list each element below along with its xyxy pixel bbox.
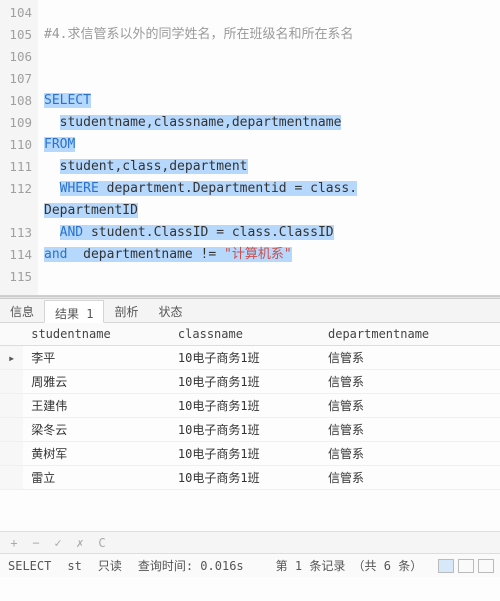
- code-line[interactable]: student,class,department: [44, 156, 500, 178]
- table-row[interactable]: 梁冬云10电子商务1班信管系: [0, 418, 500, 442]
- status-mode: 只读: [98, 557, 122, 574]
- code-line[interactable]: and departmentname != "计算机系": [44, 244, 500, 266]
- refresh-button[interactable]: C: [94, 536, 110, 550]
- status-record-info: 第 1 条记录 （共 6 条）: [276, 557, 423, 574]
- text-view-icon[interactable]: [478, 559, 494, 573]
- table-row[interactable]: 黄树军10电子商务1班信管系: [0, 442, 500, 466]
- cancel-button[interactable]: ✗: [72, 536, 88, 550]
- add-row-button[interactable]: +: [6, 536, 22, 550]
- code-line-wrap[interactable]: DepartmentID: [44, 200, 500, 222]
- table-row[interactable]: 雷立10电子商务1班信管系: [0, 466, 500, 490]
- table-row[interactable]: ▸李平10电子商务1班信管系: [0, 346, 500, 370]
- grid-view-icon[interactable]: [438, 559, 454, 573]
- code-line[interactable]: [44, 266, 500, 288]
- result-tabs: 信息结果 1剖析状态: [0, 299, 500, 323]
- tab-结果1[interactable]: 结果 1: [44, 300, 104, 323]
- grid-toolbar: + − ✓ ✗ C: [0, 531, 500, 553]
- status-bar: SELECT st 只读 查询时间: 0.016s 第 1 条记录 （共 6 条…: [0, 553, 500, 577]
- grid-header-row: studentnameclassnamedepartmentname: [0, 323, 500, 346]
- status-mode-prefix: st: [67, 559, 81, 573]
- code-line[interactable]: [44, 46, 500, 68]
- code-line[interactable]: [44, 2, 500, 24]
- code-line[interactable]: AND student.ClassID = class.ClassID: [44, 222, 500, 244]
- col-classname[interactable]: classname: [170, 323, 320, 346]
- form-view-icon[interactable]: [458, 559, 474, 573]
- code-line[interactable]: #4.求信管系以外的同学姓名，所在班级名和所在系名: [44, 24, 500, 46]
- tab-状态[interactable]: 状态: [148, 299, 192, 322]
- status-stmt: SELECT: [8, 559, 51, 573]
- sql-editor[interactable]: 104105106107108109110111112 113114115 #4…: [0, 0, 500, 296]
- view-mode-icons[interactable]: [438, 559, 494, 573]
- line-number-gutter: 104105106107108109110111112 113114115: [0, 0, 38, 295]
- col-departmentname[interactable]: departmentname: [320, 323, 500, 346]
- commit-button[interactable]: ✓: [50, 536, 66, 550]
- code-line[interactable]: studentname,classname,departmentname: [44, 112, 500, 134]
- code-line[interactable]: SELECT: [44, 90, 500, 112]
- code-line[interactable]: FROM: [44, 134, 500, 156]
- remove-row-button[interactable]: −: [28, 536, 44, 550]
- code-line[interactable]: [44, 68, 500, 90]
- col-studentname[interactable]: studentname: [23, 323, 170, 346]
- table-row[interactable]: 周雅云10电子商务1班信管系: [0, 370, 500, 394]
- code-line[interactable]: WHERE department.Departmentid = class.: [44, 178, 500, 200]
- table-row[interactable]: 王建伟10电子商务1班信管系: [0, 394, 500, 418]
- tab-信息[interactable]: 信息: [0, 299, 44, 322]
- result-grid[interactable]: studentnameclassnamedepartmentname ▸李平10…: [0, 323, 500, 531]
- status-query-time: 查询时间: 0.016s: [138, 557, 244, 574]
- tab-剖析[interactable]: 剖析: [104, 299, 148, 322]
- code-area[interactable]: #4.求信管系以外的同学姓名，所在班级名和所在系名 SELECT studentn…: [38, 0, 500, 295]
